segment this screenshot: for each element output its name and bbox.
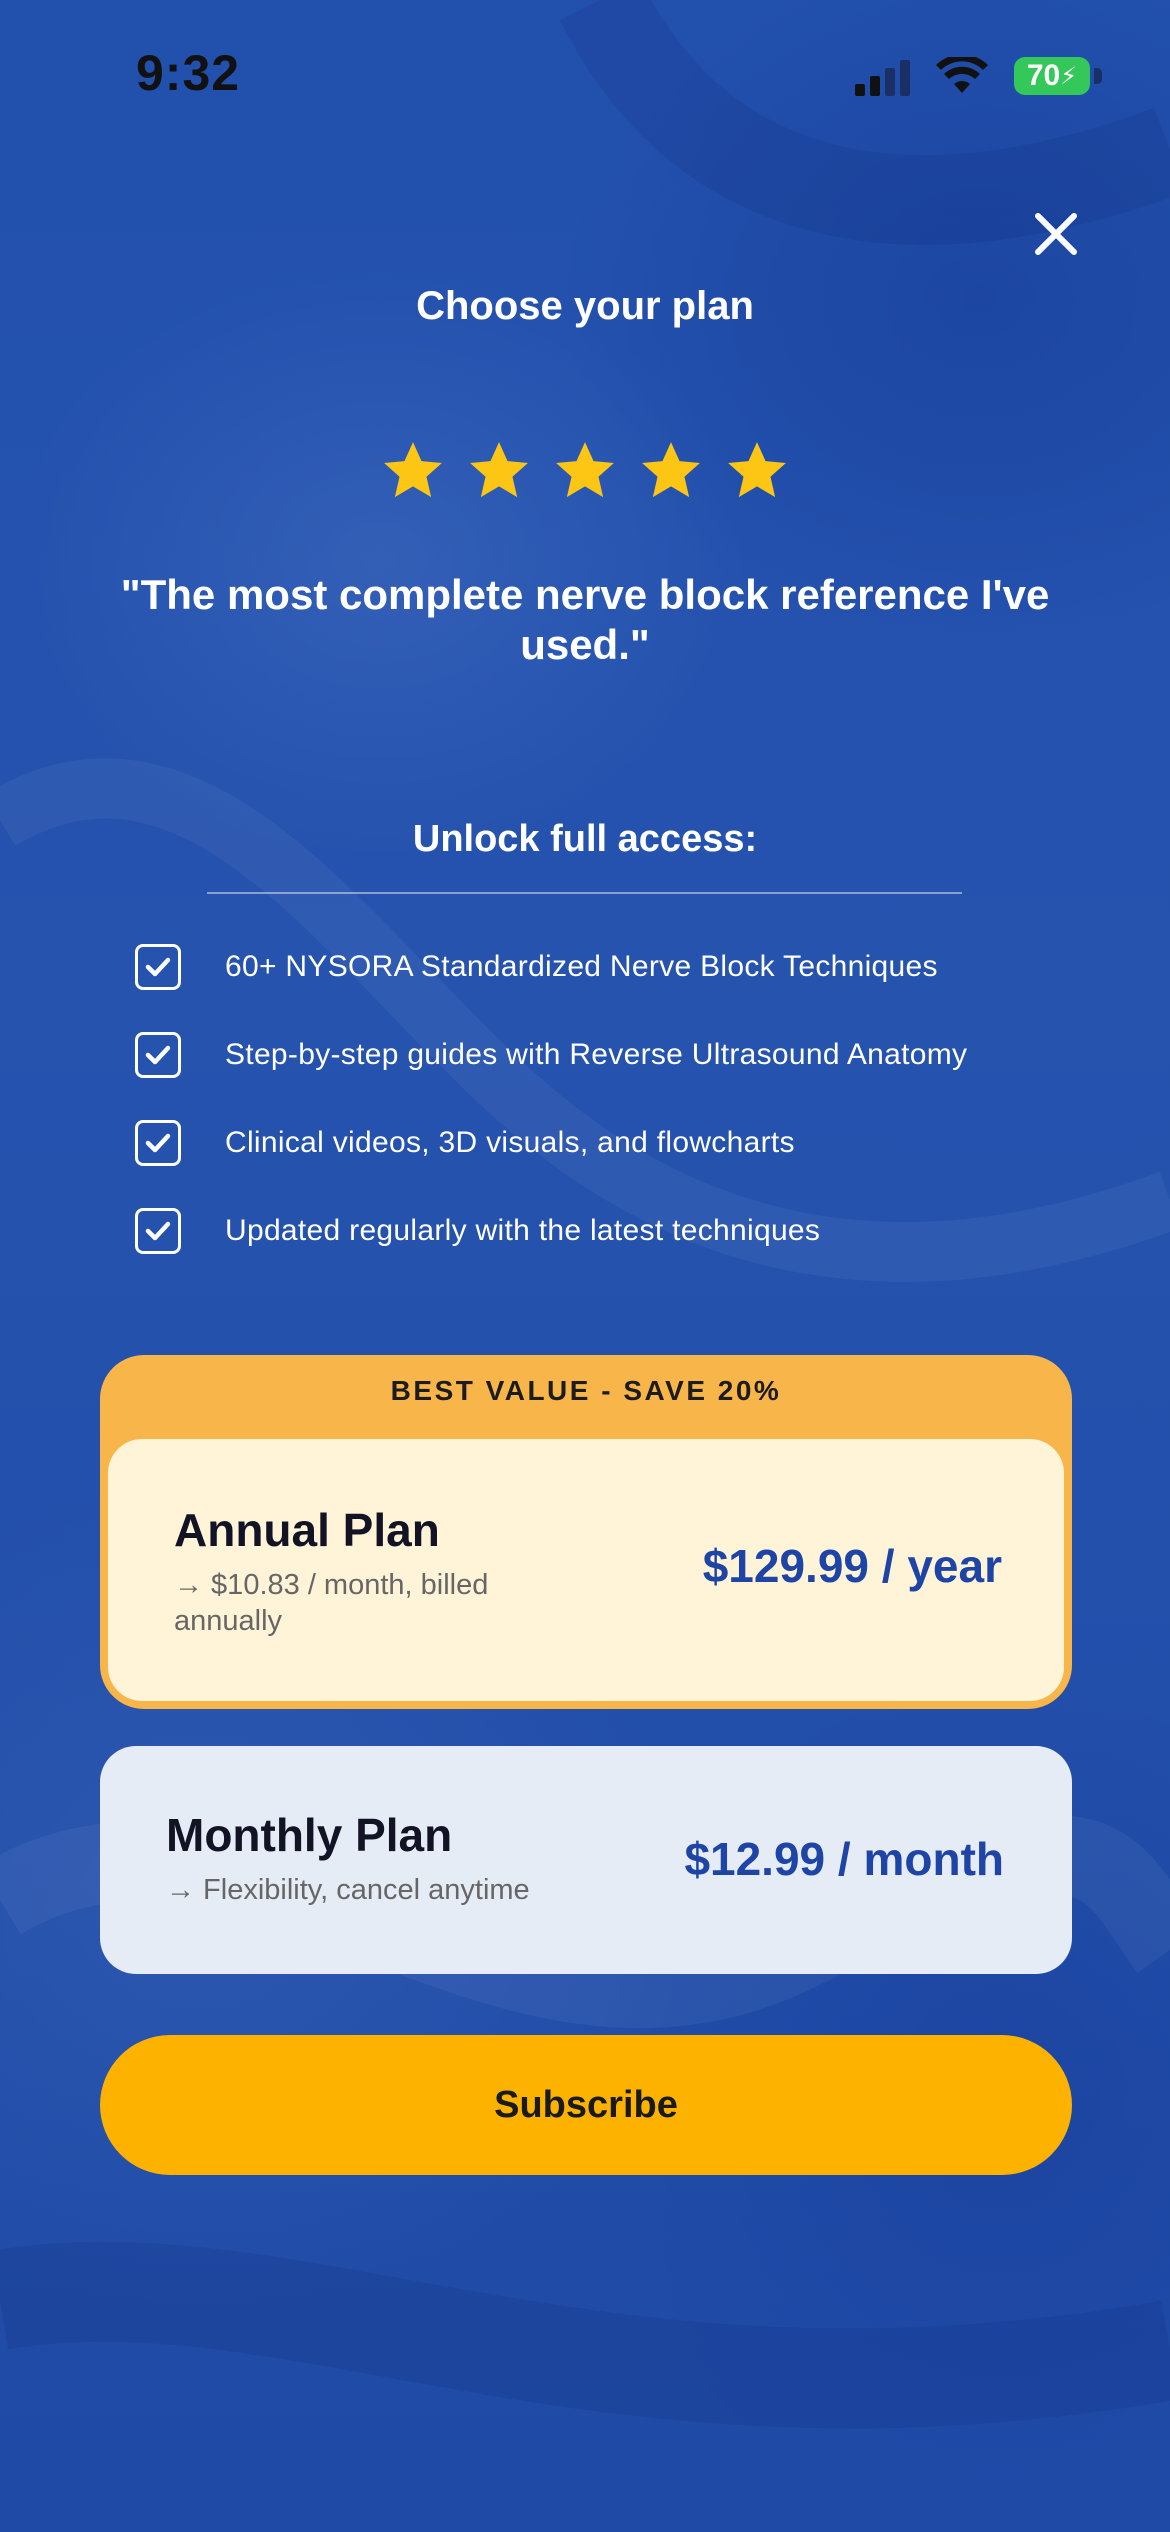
annual-plan-price: $129.99 / year [702,1540,1002,1592]
feature-text: Step-by-step guides with Reverse Ultraso… [225,1038,968,1071]
monthly-plan-subtitle: → Flexibility, cancel anytime [166,1874,530,1906]
checkbox-checked-icon [135,1208,181,1254]
page-title: Choose your plan [416,284,754,328]
close-icon [1035,213,1077,255]
monthly-plan-card[interactable]: Monthly Plan → Flexibility, cancel anyti… [100,1746,1072,1974]
feature-text: Updated regularly with the latest techni… [225,1214,821,1247]
checkbox-checked-icon [135,944,181,990]
star-icon [642,442,700,498]
feature-item: 60+ NYSORA Standardized Nerve Block Tech… [135,940,1095,994]
divider [207,892,962,894]
feature-text: 60+ NYSORA Standardized Nerve Block Tech… [225,950,938,983]
star-icon [556,442,614,498]
annual-plan-body: Annual Plan → $10.83 / month, billed ann… [108,1439,1064,1701]
star-icon [728,442,786,498]
monthly-plan-price: $12.99 / month [684,1833,1004,1885]
unlock-title: Unlock full access: [412,818,758,860]
status-time: 9:32 [136,45,241,101]
star-icon [384,442,442,498]
checkbox-checked-icon [135,1032,181,1078]
star-icon [470,442,528,498]
annual-plan-name: Annual Plan [174,1504,440,1556]
close-button[interactable] [1026,204,1086,264]
checkbox-checked-icon [135,1120,181,1166]
cellular-signal-icon [855,56,910,96]
feature-item: Step-by-step guides with Reverse Ultraso… [135,1028,1095,1082]
battery-level: 70 [1026,59,1061,92]
wifi-icon [936,57,988,93]
annual-plan-card[interactable]: BEST VALUE - SAVE 20% Annual Plan → $10.… [100,1355,1072,1709]
monthly-plan-name: Monthly Plan [166,1809,453,1861]
testimonial-quote: "The most complete nerve block reference… [120,571,1050,668]
subscribe-button[interactable]: Subscribe [100,2035,1072,2175]
best-value-badge: BEST VALUE - SAVE 20% [390,1375,782,1406]
battery-icon: 70 ⚡ [1014,57,1102,95]
rating-stars [0,438,1170,504]
annual-plan-subtitle: → $10.83 / month, billed annually [174,1569,489,1637]
feature-text: Clinical videos, 3D visuals, and flowcha… [225,1126,795,1159]
status-icons: 70 ⚡ [855,56,1102,96]
feature-item: Clinical videos, 3D visuals, and flowcha… [135,1116,1095,1170]
feature-list: 60+ NYSORA Standardized Nerve Block Tech… [135,940,1095,1292]
feature-item: Updated regularly with the latest techni… [135,1204,1095,1258]
